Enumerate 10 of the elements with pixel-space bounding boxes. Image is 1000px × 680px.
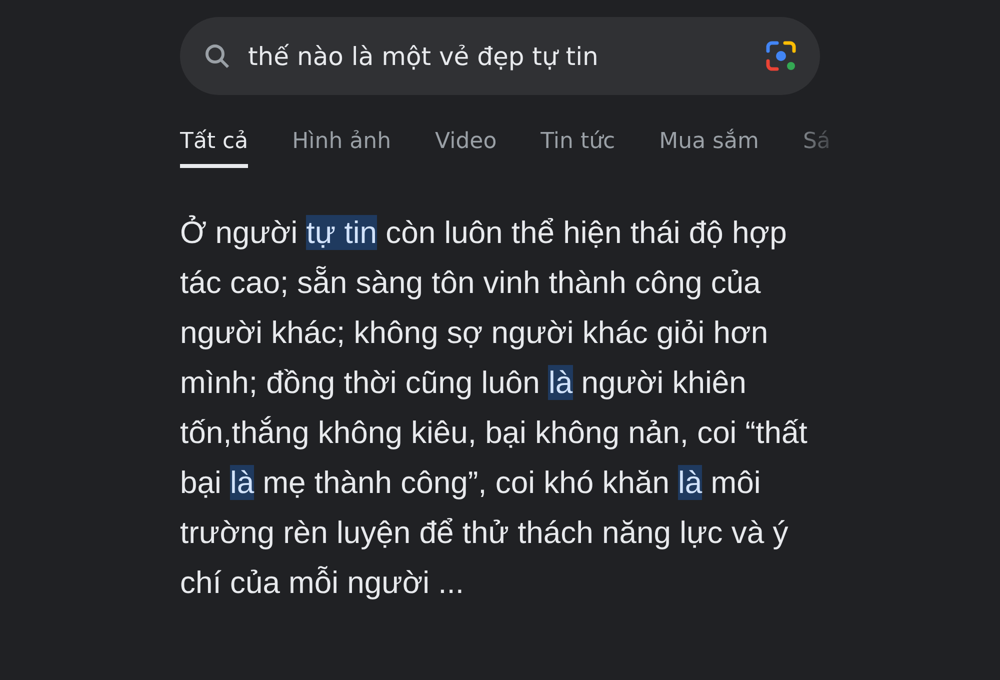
tab[interactable]: Tất cả	[180, 125, 248, 168]
tab[interactable]: Video	[435, 125, 497, 168]
camera-icon[interactable]	[764, 39, 798, 73]
search-icon	[204, 43, 230, 69]
tab[interactable]: Mua sắm	[659, 125, 759, 168]
tab[interactable]: Hình ảnh	[292, 125, 392, 168]
search-field[interactable]: thế nào là một vẻ đẹp tự tin	[248, 42, 746, 70]
result-snippet: Ở người tự tin còn luôn thể hiện thái độ hợp tác cao; sẵn sàng tôn vinh thành công của người khác; không sợ người khác giỏi hơn mình; đồng thời cũng luôn là người khiên tốn,thắng không kiêu, bại không nản, coi “thất bại là mẹ thành công”, coi khó khăn là môi trường rèn luyện để thử thách năng lực và ý chí của mỗi người ...	[180, 214, 808, 602]
tab[interactable]: Tin tức	[540, 125, 616, 168]
search-bar[interactable]: thế nào là một vẻ đẹp tự tin	[180, 17, 820, 95]
